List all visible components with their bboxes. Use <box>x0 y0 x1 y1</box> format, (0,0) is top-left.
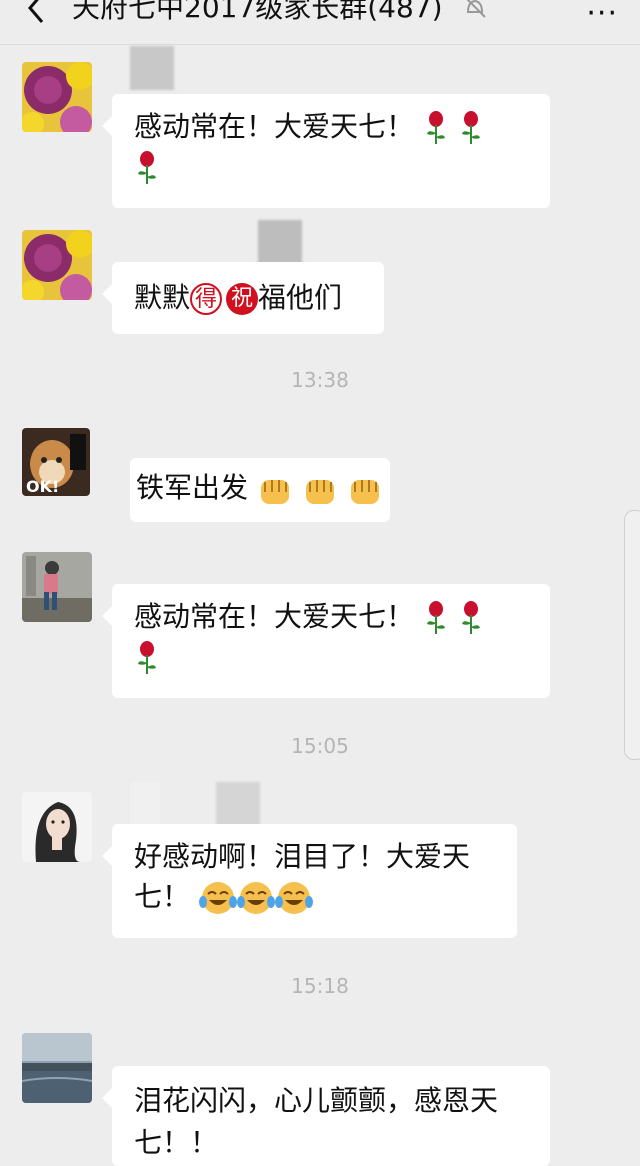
message-text: 感动常在！大爱天七！ <box>134 600 415 633</box>
avatar[interactable] <box>22 230 92 300</box>
message-text: 感动常在！大爱天七！ <box>134 110 415 143</box>
message-text: 七！！ <box>134 1126 219 1159</box>
laugh-cry-icon <box>274 882 313 914</box>
chat-title: 天府七中2017级家长群(487) <box>72 0 443 24</box>
timestamp: 15:05 <box>291 734 349 758</box>
laugh-cry-icon <box>236 882 275 914</box>
message-bubble[interactable]: 铁军出发 <box>130 458 390 522</box>
fist-icon <box>350 480 379 504</box>
message-bubble[interactable]: 默默得祝福他们 <box>102 262 384 334</box>
rose-icon <box>461 111 480 144</box>
message-text: 好感动啊！泪目了！大爱天 <box>134 840 471 873</box>
more-icon[interactable]: ··· <box>586 0 618 31</box>
message-bubble[interactable]: 泪花闪闪，心儿颤颤，感恩天 七！！ <box>102 1066 550 1166</box>
rose-icon <box>138 151 156 184</box>
circled-char-icon: 得 <box>190 283 223 315</box>
message-text: 铁军出发 <box>136 471 249 504</box>
message-text: 福他们 <box>258 281 343 314</box>
avatar[interactable] <box>22 792 92 862</box>
message-text: 泪花闪闪，心儿颤颤，感恩天 <box>134 1084 499 1117</box>
sender-name-redacted <box>130 46 174 90</box>
message-text: 七！ <box>134 880 191 913</box>
message-text: 默默 <box>134 281 191 314</box>
sender-name-redacted <box>216 782 260 826</box>
chevron-left-icon[interactable] <box>16 0 56 28</box>
fist-icon <box>260 480 289 504</box>
sender-name-redacted <box>130 782 160 826</box>
timestamp: 15:18 <box>291 974 349 998</box>
avatar[interactable]: OK! <box>22 428 90 496</box>
message-bubble[interactable]: 感动常在！大爱天七！ <box>102 584 550 698</box>
svg-text:OK!: OK! <box>26 477 59 496</box>
avatar[interactable] <box>22 62 92 132</box>
bell-mute-icon <box>466 0 486 18</box>
fist-icon <box>305 480 334 504</box>
circled-char-icon: 祝 <box>226 283 259 315</box>
avatar[interactable] <box>22 552 92 622</box>
rose-icon <box>426 111 445 144</box>
laugh-cry-icon <box>198 882 237 914</box>
chat-header: 天府七中2017级家长群(487) ··· <box>0 0 640 45</box>
timestamp: 13:38 <box>291 368 349 392</box>
rose-icon <box>461 601 480 634</box>
sender-name-redacted <box>258 220 302 264</box>
message-bubble[interactable]: 好感动啊！泪目了！大爱天 七！ <box>102 824 517 938</box>
rose-icon <box>426 601 445 634</box>
avatar[interactable] <box>22 1033 92 1103</box>
message-bubble[interactable]: 感动常在！大爱天七！ <box>102 94 550 208</box>
rose-icon <box>138 641 156 674</box>
scrollbar[interactable] <box>624 510 640 760</box>
